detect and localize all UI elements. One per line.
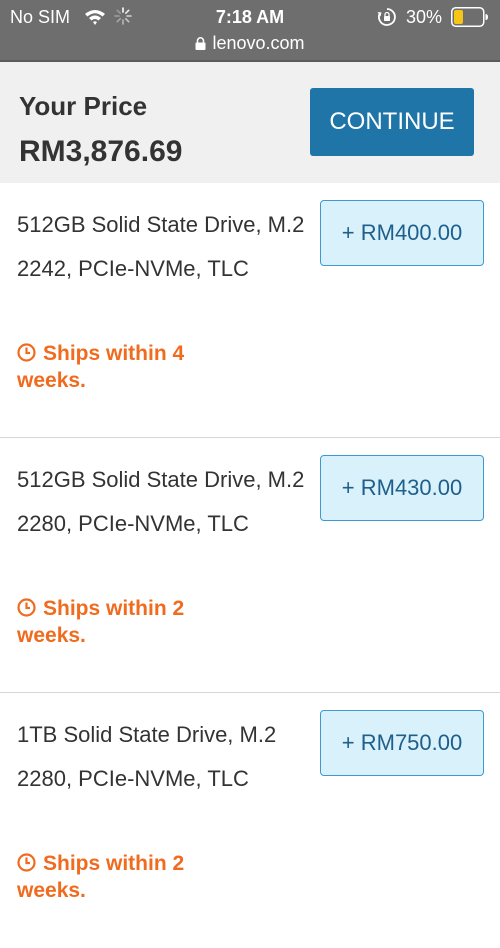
- shipping-text: Ships within 2 weeks.: [17, 597, 185, 647]
- storage-option: 1TB Solid State Drive, M.2 2280, PCIe-NV…: [0, 693, 500, 948]
- price-summary-header: Your Price RM3,876.69 CONTINUE: [0, 62, 500, 183]
- url-text: lenovo.com: [212, 33, 305, 53]
- add-option-button[interactable]: + RM750.00: [320, 710, 484, 776]
- battery-percentage: 30%: [406, 7, 443, 27]
- add-option-button[interactable]: + RM400.00: [320, 200, 484, 266]
- rotation-lock-icon: [377, 8, 396, 26]
- clock-icon: [17, 853, 36, 872]
- shipping-estimate: Ships within 4 weeks.: [17, 340, 237, 394]
- status-bar: No SIM 7:18 AM 30% lenovo.com: [0, 0, 500, 62]
- storage-option: 512GB Solid State Drive, M.2 2280, PCIe-…: [0, 438, 500, 693]
- battery-icon: [451, 7, 488, 27]
- add-option-button[interactable]: + RM430.00: [320, 455, 484, 521]
- clock-icon: [17, 598, 36, 617]
- clock-icon: [17, 343, 36, 362]
- your-price-label: Your Price: [19, 91, 148, 121]
- shipping-estimate: Ships within 2 weeks.: [17, 595, 237, 649]
- option-description: 1TB Solid State Drive, M.2 2280, PCIe-NV…: [17, 722, 277, 791]
- shipping-estimate: Ships within 2 weeks.: [17, 850, 237, 904]
- shipping-text: Ships within 4 weeks.: [17, 342, 185, 392]
- continue-button[interactable]: CONTINUE: [310, 88, 474, 156]
- lock-icon: [195, 37, 206, 50]
- shipping-text: Ships within 2 weeks.: [17, 852, 185, 902]
- storage-option: 512GB Solid State Drive, M.2 2242, PCIe-…: [0, 183, 500, 438]
- address-bar[interactable]: lenovo.com: [0, 33, 500, 54]
- option-description: 512GB Solid State Drive, M.2 2242, PCIe-…: [17, 212, 305, 281]
- total-price: RM3,876.69: [19, 135, 183, 168]
- option-description: 512GB Solid State Drive, M.2 2280, PCIe-…: [17, 467, 305, 536]
